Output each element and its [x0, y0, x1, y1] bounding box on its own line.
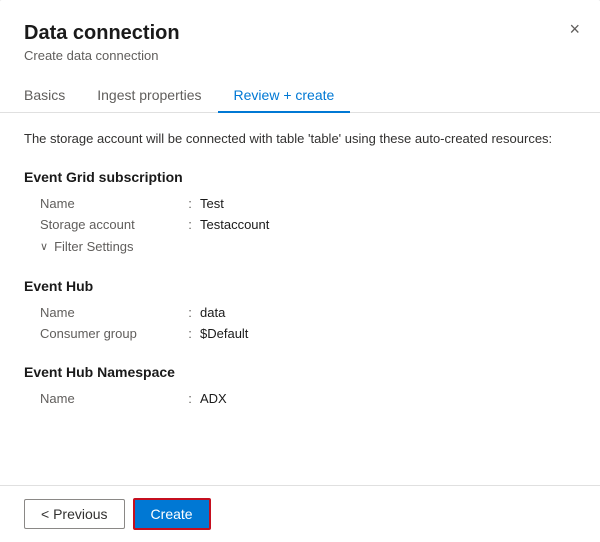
- tab-bar: Basics Ingest properties Review + create: [0, 63, 600, 113]
- event-hub-section: Event Hub Name : data Consumer group : $…: [24, 278, 576, 344]
- event-hub-namespace-name-row: Name : ADX: [24, 388, 576, 409]
- event-hub-consumer-value: $Default: [200, 326, 248, 341]
- event-grid-storage-row: Storage account : Testaccount: [24, 214, 576, 235]
- colon-2: :: [180, 217, 200, 232]
- event-hub-name-label: Name: [40, 305, 180, 320]
- event-hub-namespace-section: Event Hub Namespace Name : ADX: [24, 364, 576, 409]
- colon-3: :: [180, 305, 200, 320]
- event-grid-section: Event Grid subscription Name : Test Stor…: [24, 169, 576, 258]
- filter-settings-label: Filter Settings: [54, 239, 133, 254]
- event-hub-consumer-label: Consumer group: [40, 326, 180, 341]
- event-grid-title: Event Grid subscription: [24, 169, 576, 185]
- event-hub-name-value: data: [200, 305, 225, 320]
- event-grid-storage-label: Storage account: [40, 217, 180, 232]
- event-grid-name-label: Name: [40, 196, 180, 211]
- tab-review-create[interactable]: Review + create: [218, 79, 351, 113]
- info-text: The storage account will be connected wi…: [24, 129, 576, 149]
- dialog-subtitle: Create data connection: [24, 48, 576, 63]
- event-hub-namespace-name-value: ADX: [200, 391, 227, 406]
- colon-4: :: [180, 326, 200, 341]
- event-hub-namespace-name-label: Name: [40, 391, 180, 406]
- close-button[interactable]: ×: [565, 16, 584, 42]
- data-connection-dialog: Data connection Create data connection ×…: [0, 0, 600, 542]
- event-hub-consumer-row: Consumer group : $Default: [24, 323, 576, 344]
- filter-settings-row[interactable]: ∨ Filter Settings: [24, 235, 576, 258]
- event-hub-namespace-title: Event Hub Namespace: [24, 364, 576, 380]
- previous-button[interactable]: < Previous: [24, 499, 125, 529]
- tab-ingest-properties[interactable]: Ingest properties: [81, 79, 217, 113]
- main-content: The storage account will be connected wi…: [0, 113, 600, 485]
- colon-5: :: [180, 391, 200, 406]
- tab-basics[interactable]: Basics: [24, 79, 81, 113]
- event-hub-name-row: Name : data: [24, 302, 576, 323]
- colon-1: :: [180, 196, 200, 211]
- event-grid-name-value: Test: [200, 196, 224, 211]
- create-button[interactable]: Create: [133, 498, 211, 530]
- event-grid-storage-value: Testaccount: [200, 217, 269, 232]
- dialog-title: Data connection: [24, 20, 576, 46]
- event-hub-title: Event Hub: [24, 278, 576, 294]
- dialog-header: Data connection Create data connection ×: [0, 0, 600, 63]
- dialog-footer: < Previous Create: [0, 485, 600, 542]
- chevron-down-icon: ∨: [40, 240, 48, 253]
- event-grid-name-row: Name : Test: [24, 193, 576, 214]
